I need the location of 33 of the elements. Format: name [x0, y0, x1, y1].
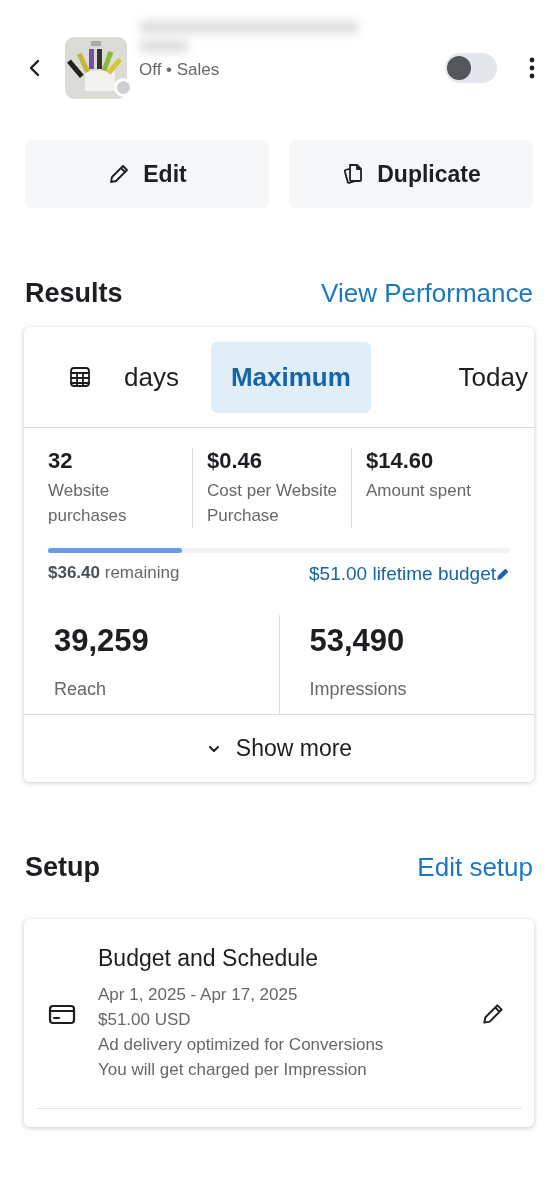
status-text: Off • Sales: [139, 59, 221, 80]
toggle-switch[interactable]: [445, 52, 497, 83]
remaining-text: $36.40 remaining: [48, 563, 180, 584]
metric-label: Cost per Website Purchase: [207, 480, 339, 527]
edit-button[interactable]: Edit: [25, 140, 269, 208]
setup-detail: Apr 1, 2025 - Apr 17, 2025: [98, 984, 299, 1006]
setup-detail: Ad delivery optimized for Conversions: [98, 1034, 385, 1056]
setup-detail: $51.00 USD: [98, 1009, 192, 1031]
section-link[interactable]: Edit setup: [417, 852, 533, 883]
total-label: Impressions: [309, 679, 408, 700]
section-link[interactable]: View Performance: [321, 278, 533, 309]
range-tab[interactable]: days: [124, 341, 199, 413]
total-label: Reach: [54, 679, 108, 700]
setup-item-title: Budget and Schedule: [98, 945, 319, 972]
more-icon[interactable]: [529, 55, 535, 80]
metric-label: Website purchases: [48, 480, 128, 527]
range-tab[interactable]: Maximum: [210, 341, 371, 413]
pencil-icon: [496, 567, 510, 581]
metric-value: $14.60: [366, 448, 435, 474]
show-more-button[interactable]: Show more: [24, 714, 534, 782]
section-title: Results: [25, 278, 123, 309]
range-tab[interactable]: Today: [438, 341, 528, 413]
total-value: 39,259: [54, 623, 150, 659]
section-title: Setup: [25, 852, 100, 883]
metric-value: 32: [48, 448, 74, 474]
setup-detail: You will get charged per Impression: [98, 1059, 368, 1081]
metric-label: Amount spent: [366, 480, 472, 502]
lifetime-budget-link[interactable]: $51.00 lifetime budget: [309, 563, 510, 585]
total-value: 53,490: [309, 623, 406, 659]
metric-value: $0.46: [207, 448, 264, 474]
blurred-text: [139, 38, 189, 53]
calendar-icon: [68, 365, 92, 389]
duplicate-button[interactable]: Duplicate: [289, 140, 533, 208]
